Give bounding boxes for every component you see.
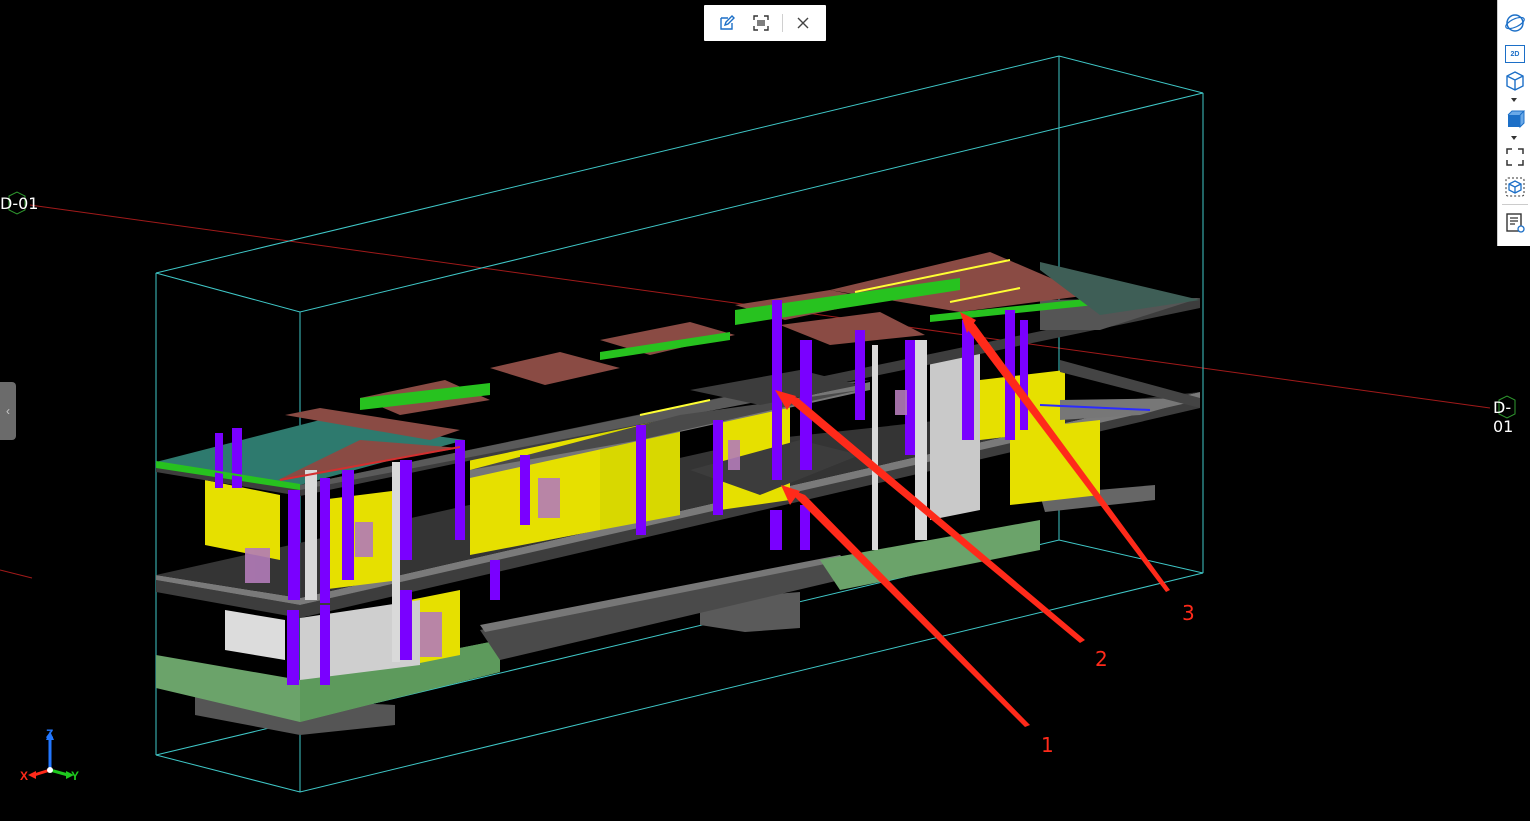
close-button[interactable] — [789, 9, 817, 37]
building-model[interactable] — [155, 252, 1200, 735]
view-cube-dropdown-caret[interactable] — [1511, 98, 1517, 102]
view-2d-button[interactable]: 2D — [1502, 41, 1528, 67]
axis-label-y: Y — [71, 769, 80, 783]
edit-button[interactable] — [713, 9, 741, 37]
toolbar-separator — [781, 14, 783, 32]
solid-view-button[interactable] — [1502, 106, 1528, 132]
properties-button[interactable] — [1502, 210, 1528, 236]
annotation-label-3: 3 — [1182, 601, 1195, 625]
scan-button[interactable] — [747, 9, 775, 37]
top-toolbar — [704, 5, 826, 41]
annotation-label-1: 1 — [1041, 733, 1054, 757]
orbit-icon — [1505, 14, 1525, 32]
fit-screen-button[interactable] — [1502, 144, 1528, 170]
axis-label-x: X — [20, 769, 29, 783]
edit-icon — [720, 15, 736, 30]
grid-line-fragment — [0, 569, 33, 579]
properties-icon — [1506, 213, 1525, 233]
solid-box-icon — [1507, 110, 1526, 129]
isolate-button[interactable] — [1502, 174, 1528, 200]
side-panel-toggle[interactable]: ‹ — [0, 382, 16, 440]
close-icon — [797, 17, 809, 29]
grid-label-right: D-01 — [1493, 398, 1514, 436]
grid-label-left: D-01 — [0, 194, 39, 213]
scan-icon — [753, 15, 770, 31]
view-2d-label: 2D — [1510, 50, 1520, 58]
axis-label-z: Z — [46, 727, 54, 741]
solid-view-dropdown-caret[interactable] — [1511, 136, 1517, 140]
orbit-button[interactable] — [1502, 10, 1528, 36]
isolate-icon — [1505, 177, 1525, 197]
toolbar-divider — [1502, 204, 1528, 205]
view-2d-icon: 2D — [1505, 45, 1525, 63]
3d-model-viewport[interactable] — [0, 0, 1530, 821]
chevron-left-icon: ‹ — [6, 404, 10, 418]
view-toolbar: 2D — [1497, 0, 1530, 246]
view-cube-button[interactable] — [1502, 68, 1528, 94]
view-cube-icon — [1506, 71, 1524, 91]
annotation-label-2: 2 — [1095, 647, 1108, 671]
fit-screen-icon — [1506, 148, 1524, 166]
